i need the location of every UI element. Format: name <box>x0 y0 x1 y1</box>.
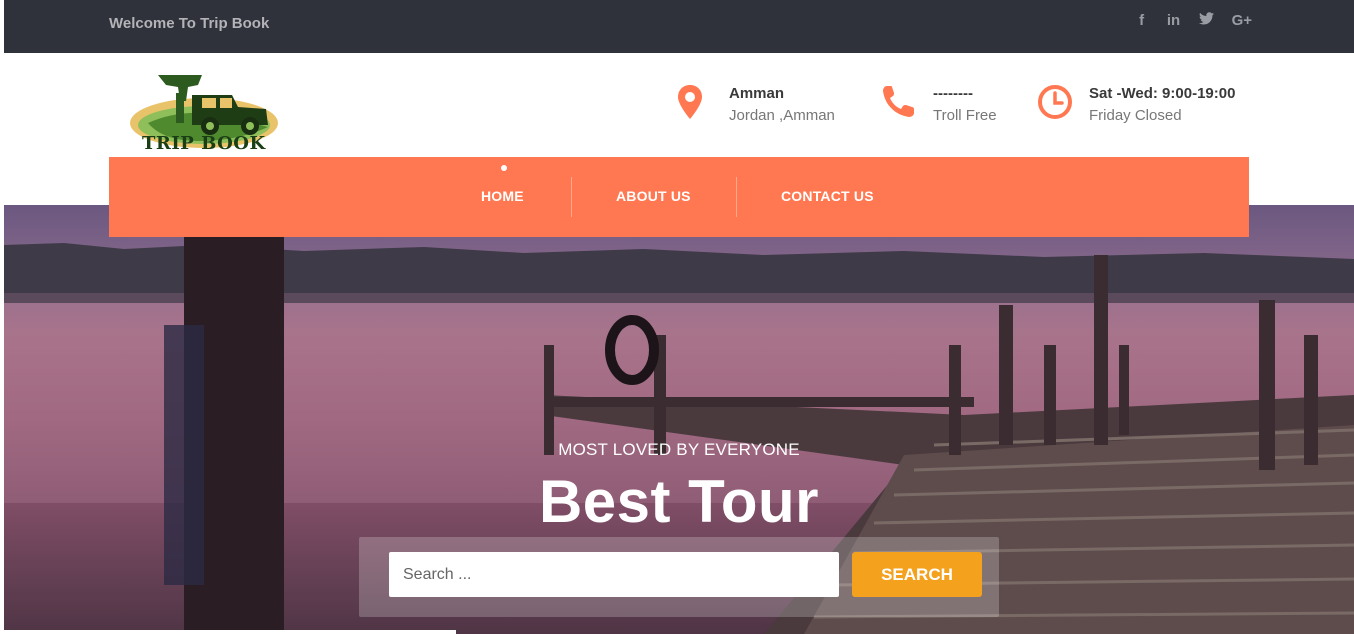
nav-divider <box>736 177 737 217</box>
nav-divider <box>571 177 572 217</box>
google-plus-icon[interactable]: G+ <box>1232 12 1252 29</box>
contact-location-title: Amman <box>729 85 785 102</box>
social-links: f in G+ <box>1135 12 1252 29</box>
contact-hours-title: Sat -Wed: 9:00-19:00 <box>1089 85 1236 102</box>
bottom-strip <box>0 630 456 634</box>
contact-hours: Sat -Wed: 9:00-19:00 Friday Closed <box>1037 83 1235 124</box>
contact-phone-title: -------- <box>933 85 973 102</box>
search-panel: SEARCH <box>359 537 999 617</box>
welcome-text: Welcome To Trip Book <box>109 15 270 32</box>
hero-headline: Best Tour <box>538 468 820 535</box>
location-pin-icon <box>678 85 702 119</box>
facebook-icon[interactable]: f <box>1135 12 1149 29</box>
nav-item-about-us[interactable]: ABOUT US <box>616 188 691 204</box>
phone-icon <box>883 86 914 117</box>
logo-text: TRIP BOOK <box>142 133 266 154</box>
twitter-bird-shape <box>1198 12 1214 25</box>
contact-hours-text: Sat -Wed: 9:00-19:00 Friday Closed <box>1089 83 1235 124</box>
twitter-icon[interactable] <box>1198 12 1214 29</box>
top-bar: Welcome To Trip Book f in G+ <box>4 0 1354 53</box>
nav-item-home[interactable]: HOME <box>481 188 524 204</box>
contact-hours-subtitle: Friday Closed <box>1089 107 1182 124</box>
search-button[interactable]: SEARCH <box>852 552 982 597</box>
main-nav: HOME ABOUT US CONTACT US <box>109 157 1249 237</box>
hero-kicker: MOST LOVED BY EVERYONE <box>558 440 800 459</box>
contact-phone-subtitle: Troll Free <box>933 107 997 124</box>
contact-location: Amman Jordan ,Amman <box>677 83 835 124</box>
contact-location-subtitle: Jordan ,Amman <box>729 107 835 124</box>
contact-phone-text: -------- Troll Free <box>933 83 997 124</box>
contact-phone: -------- Troll Free <box>881 83 997 124</box>
active-indicator-dot <box>501 165 507 171</box>
search-input[interactable] <box>389 552 839 597</box>
clock-icon <box>1038 85 1072 119</box>
linkedin-icon[interactable]: in <box>1167 12 1181 29</box>
nav-item-contact-us[interactable]: CONTACT US <box>781 188 874 204</box>
hero-banner: MOST LOVED BY EVERYONE Best Tour SEARCH <box>4 205 1354 634</box>
contact-location-text: Amman Jordan ,Amman <box>729 83 835 124</box>
